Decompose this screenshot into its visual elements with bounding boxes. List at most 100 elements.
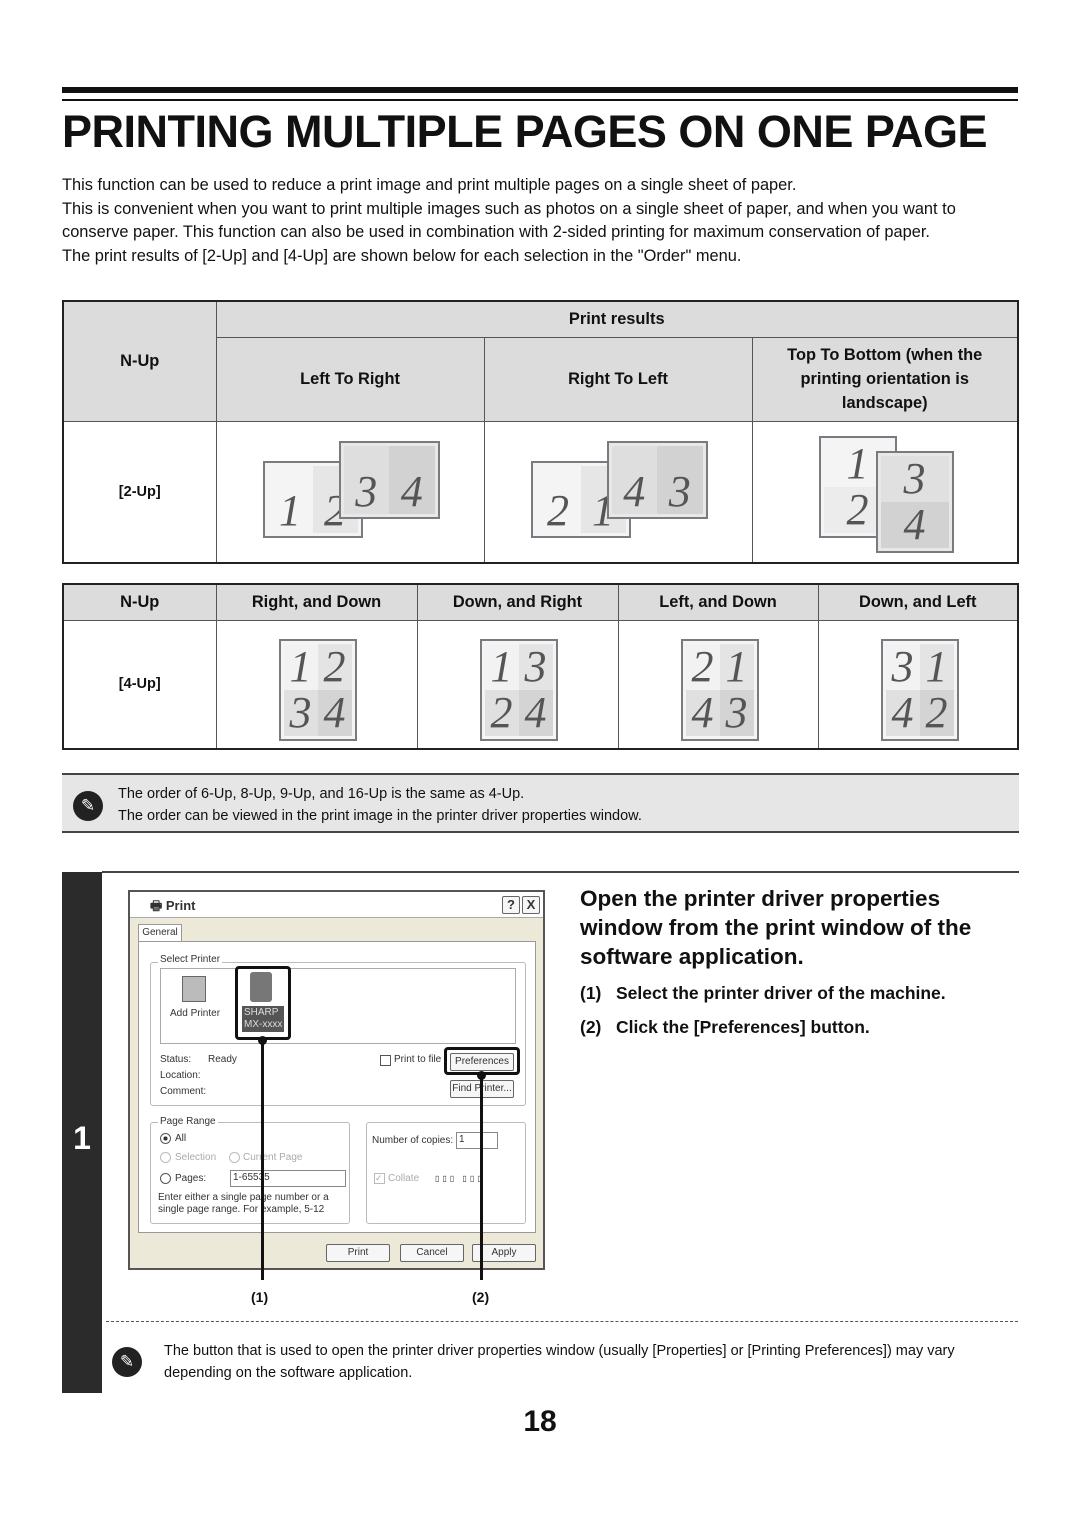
two-up-table: N-Up Print results Left To Right Right T… [62, 300, 1019, 564]
row-label-2up: [2-Up] [62, 420, 217, 564]
thumb-cell: 1324 [416, 619, 619, 750]
thumb-cell: 1234 [215, 619, 418, 750]
callout-dot-1 [258, 1036, 267, 1045]
close-button[interactable]: X [522, 896, 540, 914]
dialog-titlebar: 🖶 Print [130, 892, 543, 918]
page-number-cell: 1 [267, 465, 313, 533]
page-number: 18 [523, 1405, 557, 1438]
step-item-1: (1) Select the printer driver of the mac… [580, 983, 946, 1003]
page-number-cell: 4 [885, 689, 920, 736]
page-number-cell: 3 [657, 445, 703, 514]
pages-input[interactable]: 1-65535 [230, 1170, 346, 1187]
selection-radio[interactable] [160, 1152, 171, 1163]
page-number-cell: 3 [880, 455, 949, 502]
col-top-to-bottom: Top To Bottom (when the printing orienta… [751, 336, 1019, 422]
callout-2: (2) [472, 1289, 490, 1305]
print-to-file-label: Print to file [394, 1054, 442, 1065]
status-value: Ready [208, 1054, 237, 1065]
step-number: 1 [73, 1120, 91, 1156]
thumb-cell: 1234 [751, 420, 1019, 564]
page-number-cell: 3 [719, 689, 754, 736]
tab-general[interactable]: General [138, 924, 182, 942]
nup-header: N-Up [62, 583, 217, 621]
pages-radio[interactable] [160, 1173, 171, 1184]
callout-line-2 [480, 1075, 483, 1280]
callout-line-1 [261, 1040, 264, 1280]
location-label: Location: [160, 1070, 201, 1081]
collate-checkbox[interactable]: ✓ [374, 1173, 385, 1184]
current-page-label: Current Page [243, 1152, 303, 1163]
thumb-sheet: 34 [338, 440, 440, 519]
page-number-cell: 3 [283, 689, 318, 736]
thumb-sheet: 34 [875, 450, 954, 553]
intro-paragraph: This is convenient when you want to prin… [62, 199, 956, 242]
page-range-label: Page Range [158, 1116, 218, 1127]
all-label: All [175, 1133, 187, 1144]
current-page-radio[interactable] [229, 1152, 240, 1163]
header-rule-thin [62, 99, 1018, 101]
page-number-cell: 3 [885, 643, 920, 690]
pencil-note-icon: ✎ [73, 791, 103, 821]
thumb-cell: 3142 [817, 619, 1019, 750]
intro-text: This function can be used to reduce a pr… [62, 174, 1022, 268]
page-range-hint: Enter either a single page number or a s… [158, 1192, 329, 1215]
col-down-and-left: Down, and Left [817, 583, 1019, 621]
page-number-cell: 4 [317, 689, 352, 736]
collate-label: Collate [388, 1173, 420, 1184]
page-number-cell: 4 [611, 445, 657, 514]
page-title: PRINTING MULTIPLE PAGES ON ONE PAGE [62, 106, 988, 157]
selection-label: Selection [175, 1152, 217, 1163]
page-number-cell: 4 [518, 689, 553, 736]
all-radio[interactable] [160, 1133, 171, 1144]
highlight-printer [235, 966, 291, 1040]
thumb-sheet: 1324 [479, 638, 558, 741]
thumb-sheet: 3142 [880, 638, 959, 741]
cancel-button[interactable]: Cancel [400, 1244, 464, 1262]
help-button[interactable]: ? [502, 896, 520, 914]
printer-icon: 🖶 [150, 898, 166, 913]
copies-label: Number of copies: [372, 1135, 454, 1146]
dashed-divider [106, 1321, 1018, 1322]
page-number-cell: 2 [484, 689, 519, 736]
col-down-and-right: Down, and Right [416, 583, 619, 621]
note-line: The order can be viewed in the print ima… [118, 808, 642, 824]
page-number-cell: 1 [484, 643, 519, 690]
thumb-cell: 1234 [215, 420, 485, 564]
page-number-cell: 3 [343, 445, 389, 514]
printer-list [160, 968, 516, 1044]
thumb-sheet: 2143 [680, 638, 759, 741]
thumb-sheet: 1234 [278, 638, 357, 741]
print-button[interactable]: Print [326, 1244, 390, 1262]
print-results-header: Print results [215, 300, 1019, 338]
page-number-cell: 1 [283, 643, 318, 690]
note-text: The button that is used to open the prin… [164, 1343, 955, 1381]
col-right-to-left: Right To Left [483, 336, 753, 422]
thumb-cell: 2143 [617, 619, 819, 750]
header-rule [62, 87, 1018, 93]
step-rule [102, 871, 1019, 873]
page-number-cell: 2 [685, 643, 720, 690]
page-number-cell: 3 [518, 643, 553, 690]
col-left-and-down: Left, and Down [617, 583, 819, 621]
note-line: The order of 6-Up, 8-Up, 9-Up, and 16-Up… [118, 786, 525, 802]
copies-input[interactable]: 1 [456, 1132, 498, 1149]
col-right-and-down: Right, and Down [215, 583, 418, 621]
row-label-4up: [4-Up] [62, 619, 217, 750]
callout-dot-2 [477, 1071, 486, 1080]
thumb-cell: 2143 [483, 420, 753, 564]
print-to-file-checkbox[interactable] [380, 1055, 391, 1066]
select-printer-label: Select Printer [158, 954, 223, 965]
page-number-cell: 4 [389, 445, 435, 514]
note-box: ✎ The order of 6-Up, 8-Up, 9-Up, and 16-… [62, 773, 1019, 833]
page-number-cell: 4 [880, 501, 949, 548]
step-heading: Open the printer driver properties windo… [580, 886, 972, 969]
callout-1: (1) [251, 1289, 269, 1305]
col-left-to-right: Left To Right [215, 336, 485, 422]
pages-label: Pages: [175, 1173, 207, 1184]
intro-paragraph: This function can be used to reduce a pr… [62, 176, 797, 194]
add-printer-label[interactable]: Add Printer [170, 1008, 220, 1019]
thumb-sheet: 43 [606, 440, 708, 519]
page-number-cell: 4 [685, 689, 720, 736]
collate-preview-icon: ▯▯▯ ▯▯▯ [435, 1174, 485, 1183]
add-printer-icon[interactable] [182, 976, 206, 1002]
